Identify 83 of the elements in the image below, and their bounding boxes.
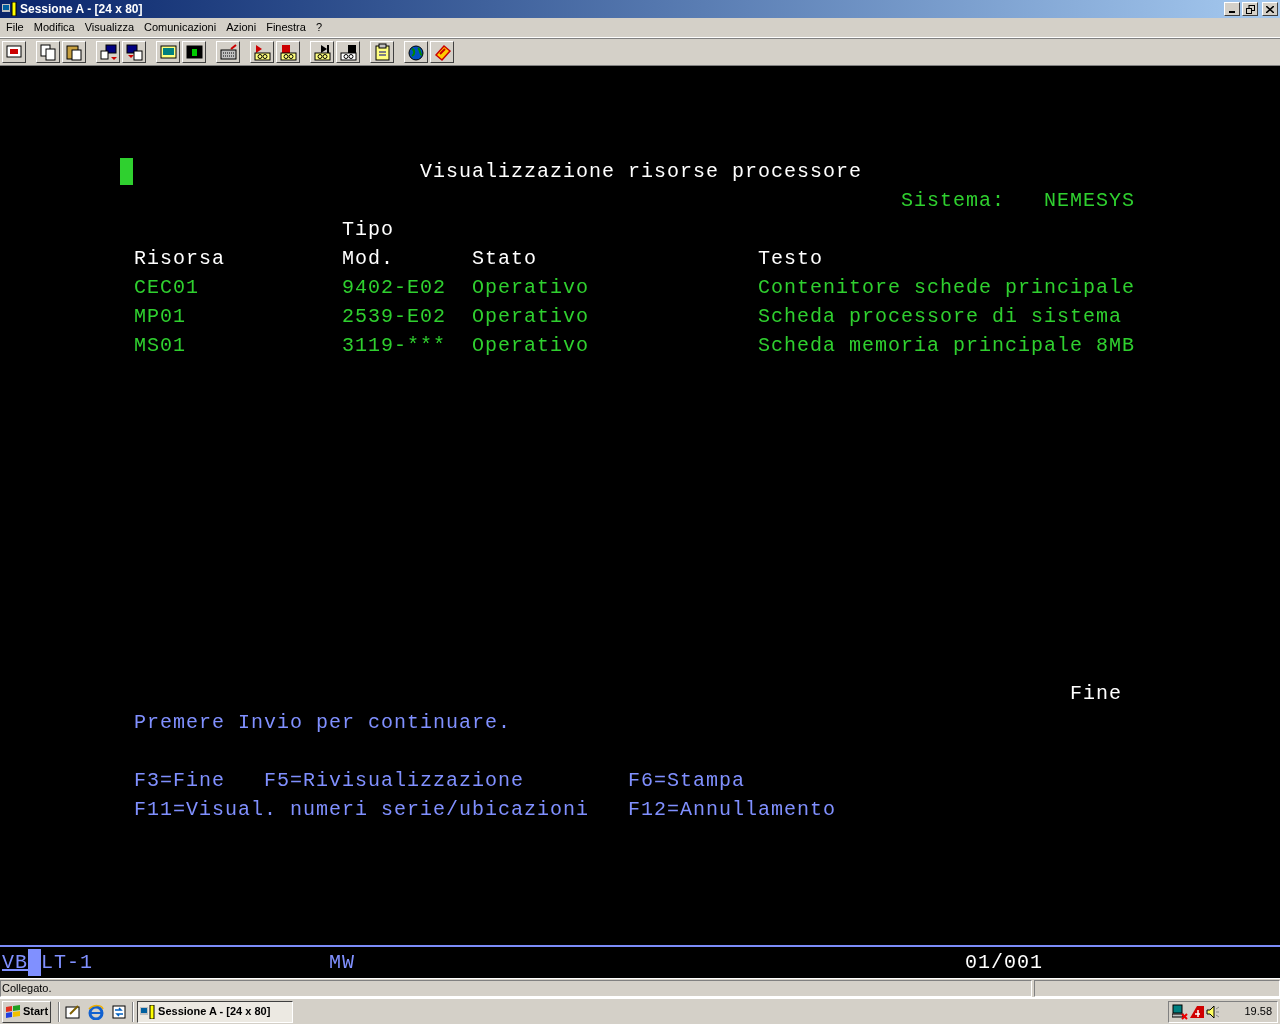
function-key[interactable]: F6=Stampa [628, 766, 746, 795]
play-icon [312, 42, 332, 62]
display-icon [158, 42, 178, 62]
menu-item[interactable]: ? [310, 19, 328, 36]
toolbar-button[interactable] [96, 41, 120, 63]
menu-item[interactable]: Azioni [221, 19, 262, 36]
function-key[interactable]: F12=Annullamento [628, 795, 837, 824]
status-indicator: VB [2, 949, 28, 976]
taskbar-button[interactable]: Sessione A - [24 x 80] [137, 1000, 294, 1023]
toolbar-button[interactable] [156, 41, 180, 63]
close-button[interactable] [1262, 2, 1278, 16]
table-cell-text: 3119-*** [342, 333, 447, 359]
function-key[interactable]: F5=Rivisualizzazione [264, 766, 628, 795]
record-icon [252, 42, 272, 62]
toolbar-button[interactable] [310, 41, 334, 63]
toolbar-button[interactable] [122, 41, 146, 63]
more-indicator: Fine [1070, 681, 1122, 707]
system-name: NEMESYS [1044, 188, 1135, 214]
toolbar-button[interactable] [370, 41, 394, 63]
toolbar-button[interactable] [216, 41, 240, 63]
sync-icon [111, 1003, 128, 1020]
keyboard-icon [218, 42, 238, 62]
desktop-icon [65, 1003, 82, 1020]
stop-icon [338, 42, 358, 62]
field-label: Sistema: [901, 188, 1006, 214]
table-cell-text: Scheda memoria principale 8MB [758, 333, 1137, 359]
status-text: Collegato. [2, 981, 52, 994]
close-icon [1266, 5, 1274, 13]
function-key[interactable]: F3=Fine [134, 766, 264, 795]
menu-item[interactable]: Comunicazioni [139, 19, 222, 36]
column-header: Mod. [342, 246, 395, 272]
status-indicator: LT-1 [41, 949, 95, 976]
table-cell-text: 9402-E02 [342, 275, 447, 301]
instruction-text: Premere Invio per continuare. [134, 710, 512, 736]
screen-title: Visualizzazione risorse processore [420, 159, 863, 185]
copy-icon [38, 42, 58, 62]
window-title: Sessione A - [24 x 80] [20, 1, 143, 18]
terminal-app-icon [2, 2, 18, 16]
windows-logo-icon [5, 1004, 21, 1019]
toolbar-button[interactable] [182, 41, 206, 63]
column-header: Risorsa [134, 246, 226, 272]
column-header: Tipo [342, 217, 395, 243]
menu-item[interactable]: Modifica [28, 19, 80, 36]
keyboard-indicator: MW [329, 949, 357, 976]
restore-icon [1245, 4, 1255, 14]
table-cell-text: Operativo [472, 333, 591, 359]
clipboard-icon [372, 42, 392, 62]
start-button[interactable]: Start [2, 1000, 52, 1023]
paste-icon [64, 42, 84, 62]
table-cell-text: Operativo [472, 275, 591, 301]
cursor-position: 01/001 [965, 949, 1044, 976]
windows-up-icon [98, 42, 118, 62]
table-cell-text: Scheda processore di sistema [758, 304, 1124, 330]
toolbar-button[interactable] [276, 41, 300, 63]
display-icon [184, 42, 204, 62]
browser-icon [88, 1003, 105, 1020]
minimize-button[interactable] [1224, 2, 1240, 16]
table-cell-text: Operativo [472, 304, 591, 330]
minimize-icon [1229, 11, 1235, 13]
column-header: Testo [758, 246, 824, 272]
network-disconnected-icon [1172, 1003, 1188, 1020]
table-cell-text: 2539-E02 [342, 304, 447, 330]
windows-down-icon [124, 42, 144, 62]
table-cell-text: MP01 [134, 304, 187, 330]
speaker-icon [1206, 1003, 1220, 1020]
toolbar-button[interactable] [250, 41, 274, 63]
table-cell-text: CEC01 [134, 275, 200, 301]
menu-item[interactable]: Finestra [261, 19, 311, 36]
clock: 19.58 [1244, 1004, 1273, 1020]
table-cell-text: Contenitore schede principale [758, 275, 1137, 301]
table-cell-text: MS01 [134, 333, 187, 359]
toolbar-button[interactable] [2, 41, 26, 63]
toolbar-button[interactable] [62, 41, 86, 63]
stop-icon [278, 42, 298, 62]
function-key[interactable]: F11=Visual. numeri serie/ubicazioni [134, 795, 628, 824]
restore-button[interactable] [1242, 2, 1258, 16]
column-header: Stato [472, 246, 538, 272]
toolbar-button[interactable] [36, 41, 60, 63]
terminal-app-icon [140, 1004, 157, 1019]
toolbar-button[interactable] [336, 41, 360, 63]
menu-item[interactable]: Visualizza [79, 19, 140, 36]
menu-item[interactable]: File [1, 19, 29, 36]
text-cursor [120, 158, 133, 185]
